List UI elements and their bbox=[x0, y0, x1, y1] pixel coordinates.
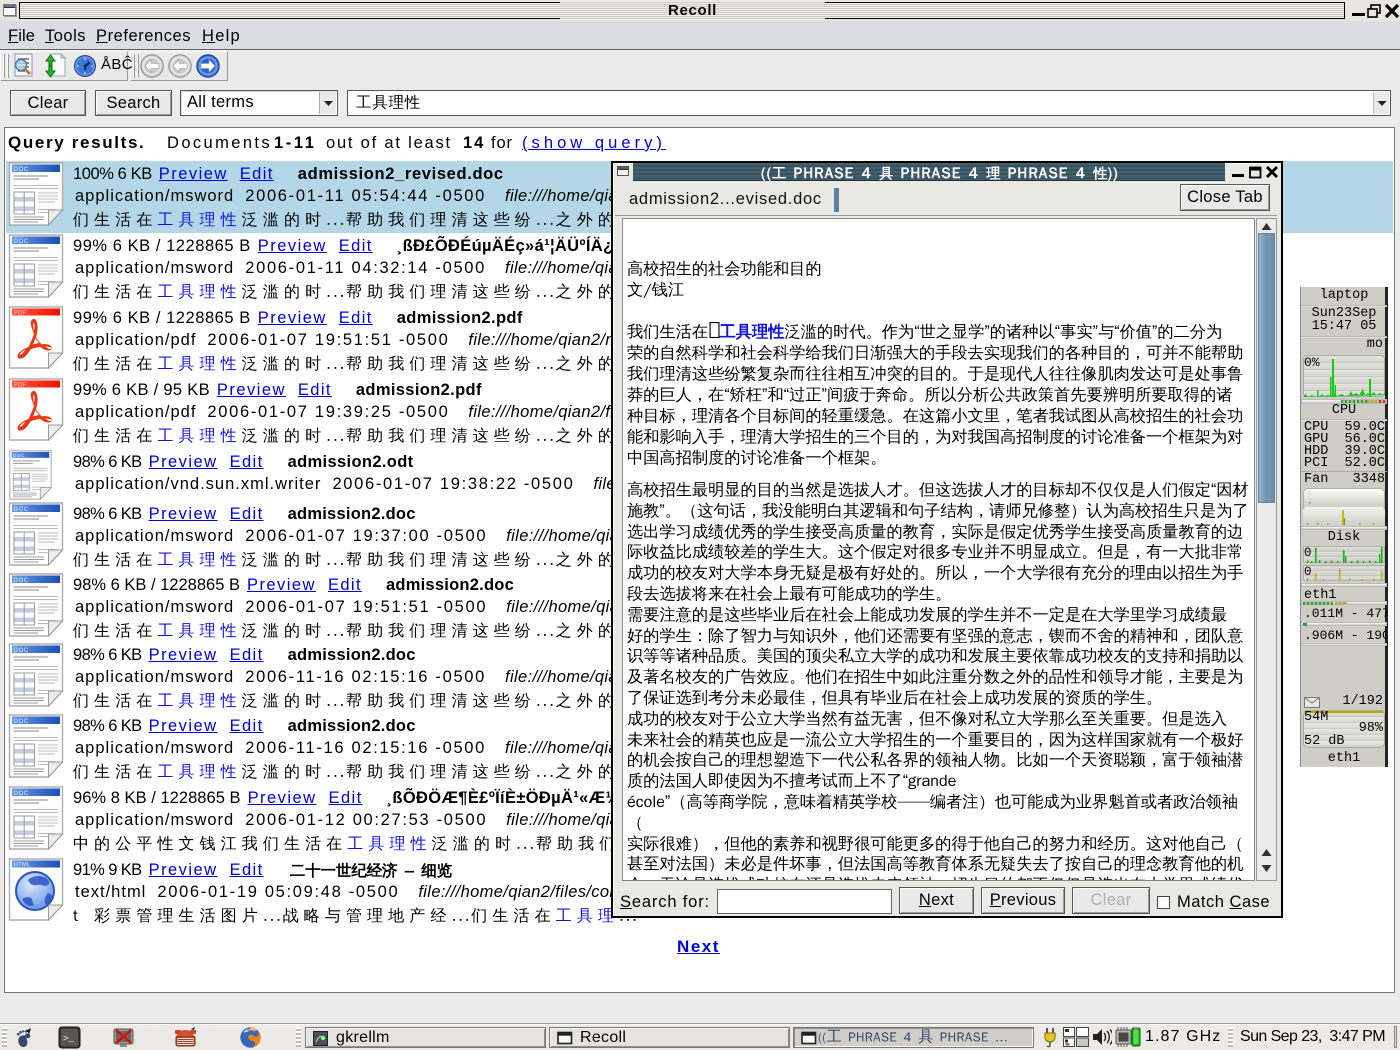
svg-text:DOC: DOC bbox=[14, 166, 29, 173]
svg-text:DOC: DOC bbox=[14, 647, 29, 654]
svg-text:DOC: DOC bbox=[14, 790, 29, 797]
svg-text:PDF: PDF bbox=[14, 382, 27, 389]
svg-text:DOC: DOC bbox=[14, 506, 29, 513]
svg-text:DOC: DOC bbox=[14, 718, 29, 725]
svg-text:HTML: HTML bbox=[14, 862, 31, 869]
svg-text:PDF: PDF bbox=[14, 310, 27, 317]
svg-text:DOC: DOC bbox=[14, 238, 29, 245]
svg-text:>_: >_ bbox=[63, 1034, 74, 1044]
svg-text:DOC: DOC bbox=[14, 577, 29, 584]
svg-text:DOC: DOC bbox=[13, 453, 25, 459]
